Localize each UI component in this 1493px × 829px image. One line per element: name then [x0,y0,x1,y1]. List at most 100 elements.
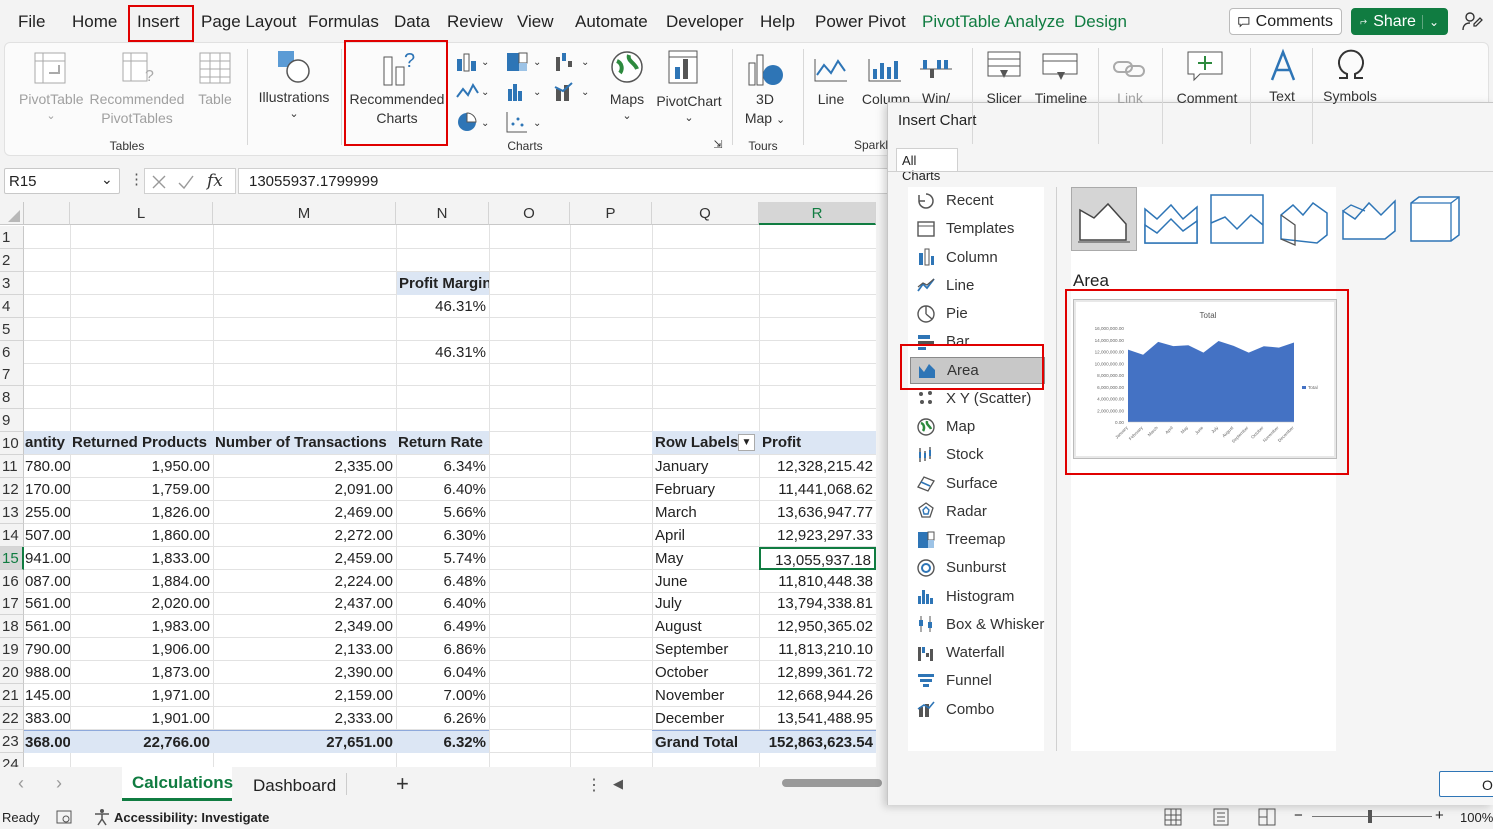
table-cell[interactable]: 6.04% [396,661,489,684]
column-header[interactable]: L [70,202,213,225]
pivot-month-label[interactable]: September [652,638,759,661]
pivot-month-label[interactable]: August [652,615,759,638]
table-cell[interactable]: 2,335.00 [213,455,396,478]
row-header[interactable]: 23 [0,729,24,753]
pivot-profit-value[interactable]: 11,441,068.62 [759,478,876,501]
zoom-level[interactable]: 100% [1460,810,1493,825]
zoom-slider-thumb[interactable] [1368,810,1372,823]
row-header[interactable]: 13 [0,500,24,524]
comments-button[interactable]: Comments [1229,8,1342,35]
normal-view-icon[interactable] [1164,808,1182,826]
table-cell[interactable]: 2,091.00 [213,478,396,501]
hierarchy-chart-icon[interactable]: ⌄ [505,51,545,73]
table-cell[interactable]: 145.00 [24,684,70,707]
table-cell[interactable]: 2,159.00 [213,684,396,707]
tab-help[interactable]: Help [760,12,795,32]
profit-margin-label[interactable]: Profit Margin [397,272,489,295]
zoom-slider[interactable] [1312,816,1432,817]
tab-power-pivot[interactable]: Power Pivot [815,12,906,32]
table-cell[interactable]: 790.00 [24,638,70,661]
pivot-profit-value[interactable]: 12,923,297.33 [759,524,876,547]
table-cell[interactable]: 1,759.00 [70,478,213,501]
profit-margin-value[interactable]: 46.31% [397,295,489,318]
maps-dropdown-icon[interactable]: ⌄ [599,107,655,126]
row-header[interactable]: 22 [0,706,24,730]
cancel-icon[interactable] [151,174,167,190]
table-cell[interactable]: 2,390.00 [213,661,396,684]
table-cell[interactable]: 2,020.00 [70,592,213,615]
zoom-out-icon[interactable]: − [1294,807,1303,824]
row-header[interactable]: 20 [0,661,24,685]
ok-button[interactable]: OK [1439,771,1493,797]
add-sheet-button[interactable]: + [396,771,409,797]
table-cell[interactable]: 1,906.00 [70,638,213,661]
select-all-corner[interactable] [0,202,24,225]
area-subtype-3d-100-stacked[interactable] [1405,189,1465,249]
tab-data[interactable]: Data [394,12,430,32]
sheet-tab-dashboard[interactable]: Dashboard [238,767,348,801]
link-button[interactable]: Link [1108,89,1152,108]
table-cell[interactable]: 1,901.00 [70,707,213,730]
share-dropdown-icon[interactable]: ⌄ [1421,14,1439,29]
formula-input[interactable]: 13055937.1799999 [238,168,890,194]
pivot-month-label[interactable]: April [652,524,759,547]
pivot-month-label[interactable]: January [652,455,759,478]
table-cell[interactable]: 1,860.00 [70,524,213,547]
pivottable-dropdown-icon[interactable]: ⌄ [19,107,83,126]
header-number-of-transactions[interactable]: Number of Transactions [213,431,396,454]
table-cell[interactable]: 507.00 [24,524,70,547]
table-cell[interactable]: 6.40% [396,478,489,501]
name-box[interactable]: R15 ⌄ [4,168,120,194]
symbols-button[interactable]: Symbols [1318,87,1382,106]
pivot-profit-value[interactable]: 11,810,448.38 [759,570,876,593]
table-cell[interactable]: 2,349.00 [213,615,396,638]
enter-icon[interactable] [177,174,195,190]
tab-home[interactable]: Home [72,12,117,32]
spreadsheet-grid[interactable]: L M N O P Q R 1 2 3 4 5 6 7 8 9 10 11 12 13 14 15 16 17 1… [0,202,876,767]
table-cell[interactable]: 2,224.00 [213,570,396,593]
area-subtype-area[interactable] [1071,187,1137,251]
table-cell[interactable]: 170.00 [24,478,70,501]
table-cell[interactable]: 780.00 [24,455,70,478]
pivot-month-label[interactable]: March [652,501,759,524]
row-header[interactable]: 7 [0,363,24,387]
total-cell[interactable]: 22,766.00 [70,729,213,753]
column-header[interactable]: M [213,202,396,225]
selected-cell-r15[interactable]: 13,055,937.18 [759,546,876,570]
zoom-in-icon[interactable]: + [1435,807,1444,824]
header-quantity[interactable]: antity [24,431,70,454]
column-header[interactable]: N [396,202,489,225]
scroll-right-icon[interactable]: › [56,773,62,794]
row-header[interactable]: 16 [0,569,24,593]
comment-insert-button[interactable]: Comment [1170,89,1244,108]
pivot-month-label[interactable]: November [652,684,759,707]
row-header[interactable]: 8 [0,386,24,410]
row-header[interactable]: 2 [0,248,24,272]
row-header[interactable]: 14 [0,523,24,547]
sparkline-line-button[interactable]: Line [811,90,851,109]
chart-type-templates[interactable]: Templates [910,215,1045,242]
tab-automate[interactable]: Automate [575,12,648,32]
chart-type-sunburst[interactable]: Sunburst [910,554,1045,581]
total-cell[interactable]: 27,651.00 [213,729,396,753]
table-cell[interactable]: 5.74% [396,547,489,570]
row-header[interactable]: 15 [0,546,24,570]
recommended-pivottables-button[interactable]: Recommended PivotTables [87,90,187,128]
pie-chart-icon[interactable]: ⌄ [455,110,491,134]
pivotchart-dropdown-icon[interactable]: ⌄ [649,109,729,128]
column-header-k[interactable] [24,202,70,225]
area-subtype-3d-area[interactable] [1273,189,1333,249]
table-cell[interactable]: 7.00% [396,684,489,707]
chart-type-combo[interactable]: Combo [910,696,1045,723]
table-cell[interactable]: 1,983.00 [70,615,213,638]
chart-type-column[interactable]: Column [910,244,1045,271]
table-button[interactable]: Table [191,90,239,109]
accessibility-icon[interactable] [93,808,111,826]
chart-type-surface[interactable]: Surface [910,470,1045,497]
insert-function-icon[interactable]: fx [207,171,223,191]
3d-map-button[interactable]: 3D Map ⌄ [739,90,791,130]
pivot-profit-value[interactable]: 12,950,365.02 [759,615,876,638]
pivot-profit-value[interactable]: 12,328,215.42 [759,455,876,478]
chart-type-box-whisker[interactable]: Box & Whisker [910,611,1045,638]
header-returned-products[interactable]: Returned Products [70,431,213,454]
